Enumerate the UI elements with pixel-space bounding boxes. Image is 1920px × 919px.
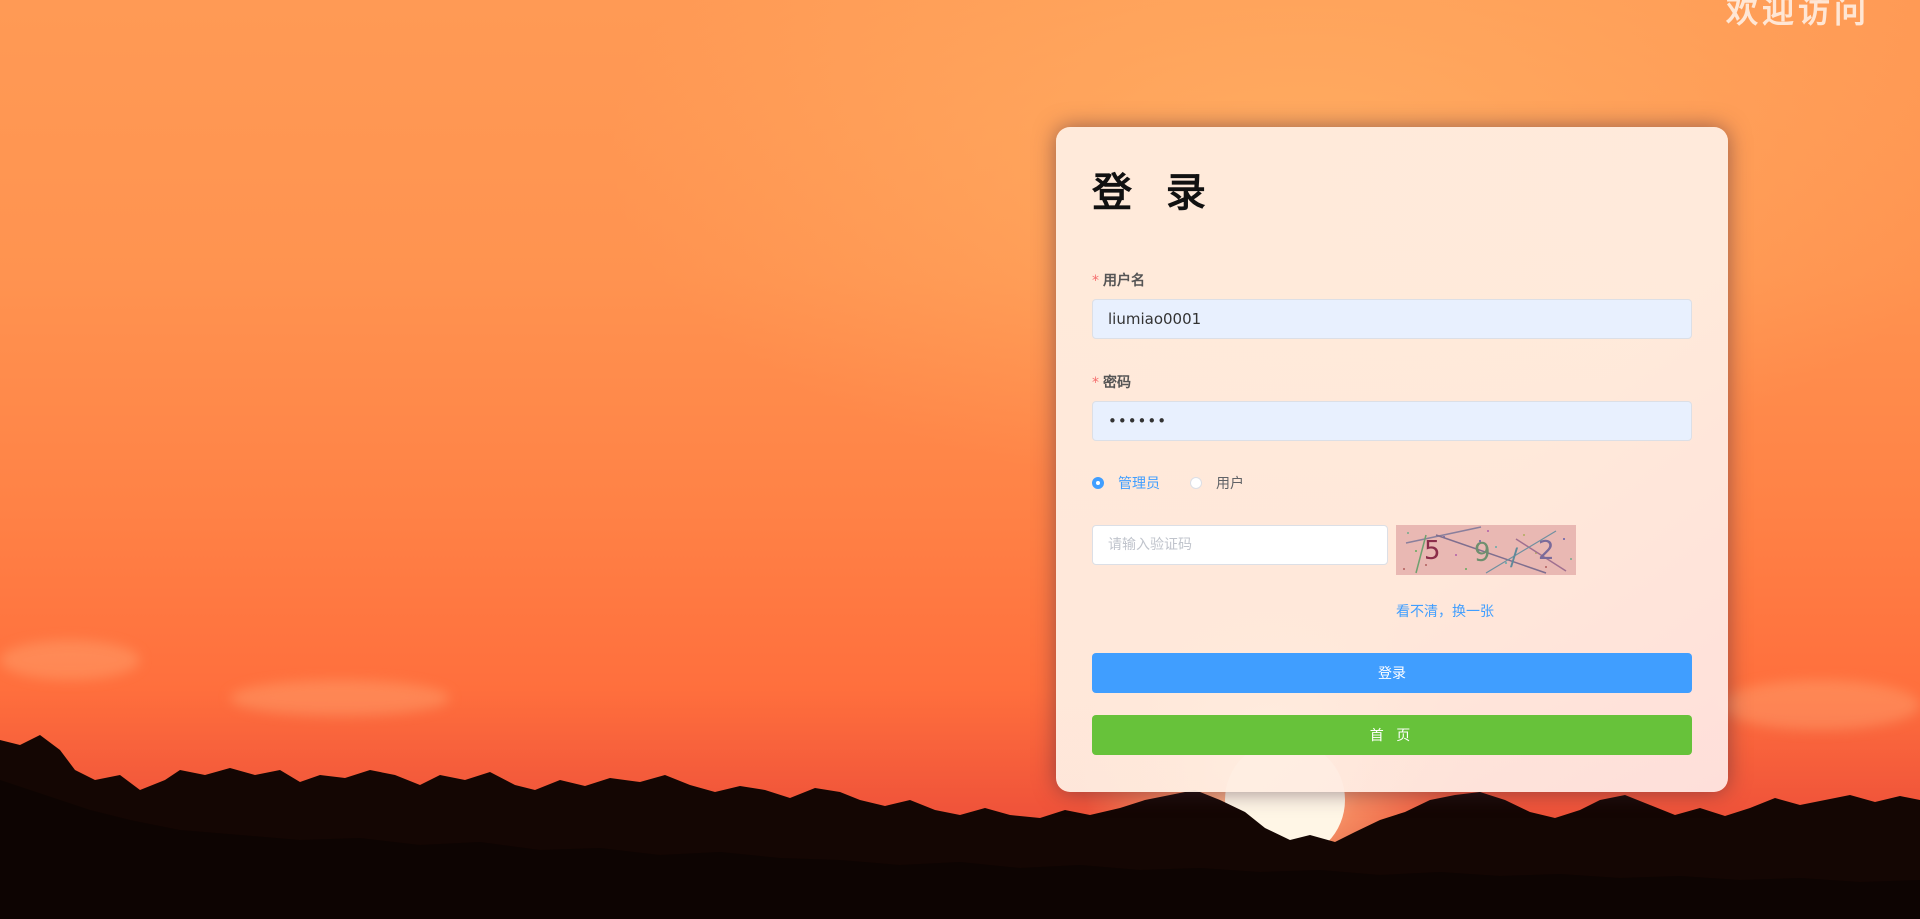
radio-admin[interactable]: 管理员 — [1092, 473, 1160, 493]
radio-checked-icon — [1092, 477, 1104, 489]
login-card: 登 录 * 用户名 liumiao0001 * 密码 •••••• 管理员 用户 请… — [1056, 127, 1728, 792]
login-button[interactable]: 登录 — [1092, 653, 1692, 693]
role-radio-group: 管理员 用户 — [1092, 473, 1274, 493]
radio-user[interactable]: 用户 — [1190, 473, 1244, 493]
captcha-char: 9 — [1474, 538, 1491, 568]
captcha-char: 2 — [1538, 536, 1555, 566]
password-input[interactable]: •••••• — [1092, 401, 1692, 441]
required-mark: * — [1092, 273, 1099, 289]
radio-unchecked-icon — [1190, 477, 1202, 489]
captcha-image[interactable]: 5 9 / 2 — [1396, 525, 1576, 575]
password-label: * 密码 — [1092, 375, 1131, 391]
corner-welcome-text: 欢迎访问 — [1725, 0, 1870, 30]
required-mark: * — [1092, 375, 1099, 391]
home-button[interactable]: 首 页 — [1092, 715, 1692, 755]
username-input[interactable]: liumiao0001 — [1092, 299, 1692, 339]
captcha-char: / — [1510, 543, 1519, 571]
username-label: * 用户名 — [1092, 273, 1145, 289]
captcha-refresh-link[interactable]: 看不清，换一张 — [1396, 601, 1494, 621]
captcha-char: 5 — [1424, 536, 1441, 566]
page-title: 登 录 — [1092, 170, 1216, 216]
captcha-input[interactable]: 请输入验证码 — [1092, 525, 1388, 565]
